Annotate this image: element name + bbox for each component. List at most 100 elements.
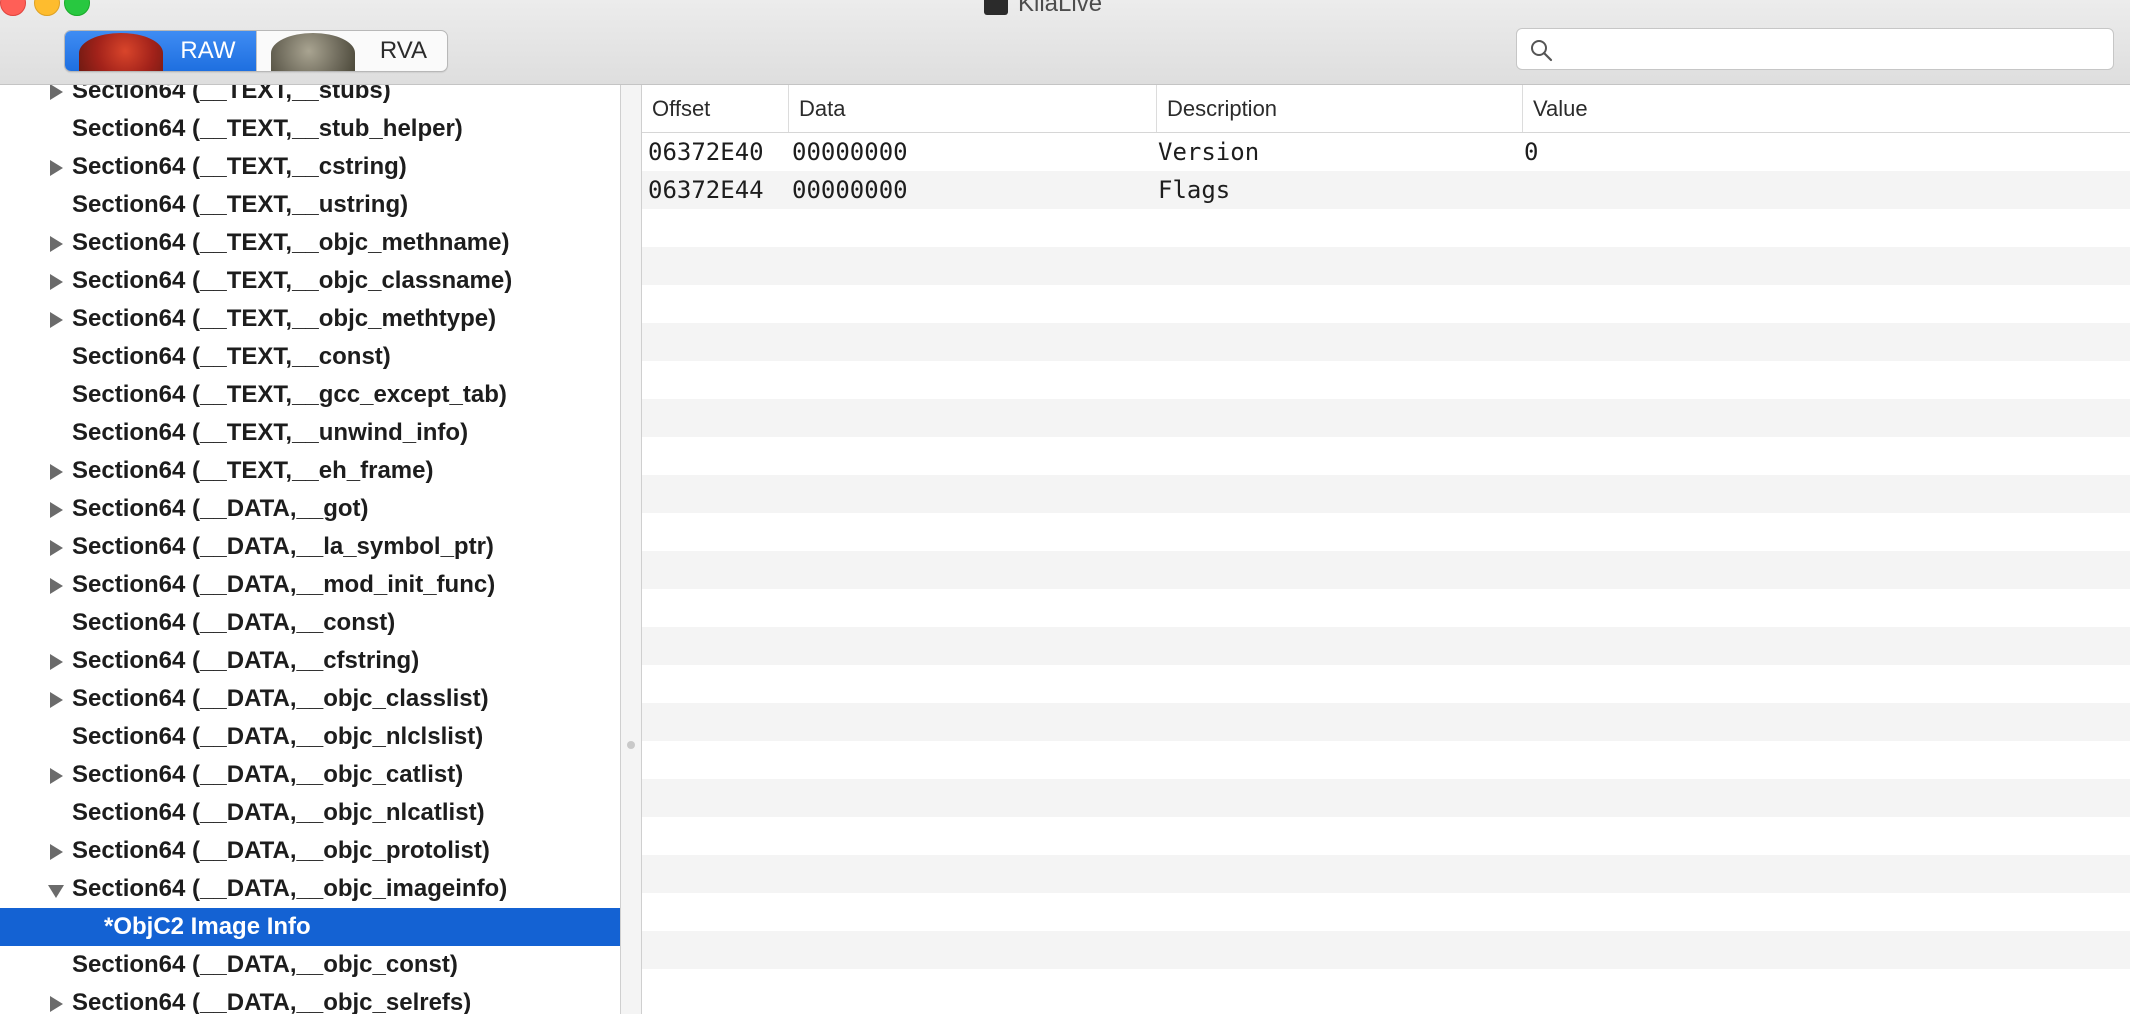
rva-mode-button[interactable]: RVA xyxy=(255,31,448,71)
toolbar: KiiaLive RAW RVA xyxy=(0,0,2130,85)
disclosure-triangle-right-icon[interactable] xyxy=(50,654,63,670)
table-row[interactable]: 06372E44 00000000 Flags xyxy=(642,171,2130,209)
cell-data: 00000000 xyxy=(792,176,908,204)
search-field[interactable] xyxy=(1516,28,2114,70)
sidebar-tree-item-label: Section64 (__TEXT,__eh_frame) xyxy=(72,457,434,484)
empty-table-row xyxy=(642,627,2130,665)
sidebar-tree-item[interactable]: Section64 (__TEXT,__ustring) xyxy=(0,186,620,224)
raw-mode-label: RAW xyxy=(180,37,236,64)
sidebar-tree-item[interactable]: Section64 (__DATA,__objc_nlclslist) xyxy=(0,718,620,756)
cell-offset: 06372E44 xyxy=(648,176,764,204)
sidebar-tree-item[interactable]: Section64 (__DATA,__objc_const) xyxy=(0,946,620,984)
sidebar-tree-item-label: Section64 (__DATA,__mod_init_func) xyxy=(72,571,496,598)
sidebar-tree-item[interactable]: Section64 (__DATA,__la_symbol_ptr) xyxy=(0,528,620,566)
sidebar-tree-item-label: Section64 (__DATA,__objc_const) xyxy=(72,951,458,978)
sidebar-tree-item-label: Section64 (__TEXT,__cstring) xyxy=(72,153,407,180)
disclosure-triangle-right-icon[interactable] xyxy=(50,540,63,556)
empty-table-row xyxy=(642,247,2130,285)
column-header-offset[interactable]: Offset xyxy=(642,85,788,132)
disclosure-triangle-right-icon[interactable] xyxy=(50,692,63,708)
column-header-data[interactable]: Data xyxy=(788,85,1156,132)
document-icon xyxy=(984,0,1008,15)
disclosure-triangle-right-icon[interactable] xyxy=(50,768,63,784)
sidebar-tree-item-label: Section64 (__DATA,__objc_nlclslist) xyxy=(72,723,484,750)
sidebar-tree-item-label: Section64 (__TEXT,__objc_classname) xyxy=(72,267,513,294)
sidebar-tree-item[interactable]: Section64 (__DATA,__mod_init_func) xyxy=(0,566,620,604)
sidebar-tree-item-label: Section64 (__TEXT,__stub_helper) xyxy=(72,115,463,142)
disclosure-triangle-right-icon[interactable] xyxy=(50,844,63,860)
empty-table-row xyxy=(642,931,2130,969)
raw-mode-button[interactable]: RAW xyxy=(65,31,256,71)
empty-table-row xyxy=(642,323,2130,361)
sidebar-tree-item-label: Section64 (__DATA,__cfstring) xyxy=(72,647,420,674)
sidebar-tree-item[interactable]: Section64 (__TEXT,__objc_methtype) xyxy=(0,300,620,338)
sidebar-tree-item[interactable]: Section64 (__DATA,__objc_classlist) xyxy=(0,680,620,718)
disclosure-triangle-right-icon[interactable] xyxy=(50,85,63,100)
empty-table-row xyxy=(642,399,2130,437)
disclosure-triangle-right-icon[interactable] xyxy=(50,274,63,290)
empty-table-row xyxy=(642,437,2130,475)
disclosure-triangle-right-icon[interactable] xyxy=(50,996,63,1012)
close-window-button[interactable] xyxy=(0,0,26,16)
window-title: KiiaLive xyxy=(984,0,1102,17)
sidebar-tree-item[interactable]: Section64 (__TEXT,__stubs) xyxy=(0,85,620,110)
sidebar-tree-item[interactable]: *ObjC2 Image Info xyxy=(0,908,620,946)
empty-table-row xyxy=(642,361,2130,399)
sidebar-tree-item-label: Section64 (__DATA,__objc_classlist) xyxy=(72,685,489,712)
empty-table-row xyxy=(642,703,2130,741)
sidebar-tree-item[interactable]: Section64 (__TEXT,__unwind_info) xyxy=(0,414,620,452)
column-header-value[interactable]: Value xyxy=(1522,85,2130,132)
disclosure-triangle-right-icon[interactable] xyxy=(50,160,63,176)
column-header-description[interactable]: Description xyxy=(1156,85,1522,132)
sidebar-tree-item-label: Section64 (__DATA,__objc_imageinfo) xyxy=(72,875,508,902)
sidebar-tree-item[interactable]: Section64 (__TEXT,__objc_classname) xyxy=(0,262,620,300)
empty-table-row xyxy=(642,513,2130,551)
sidebar-tree-item[interactable]: Section64 (__DATA,__got) xyxy=(0,490,620,528)
sidebar-tree-item[interactable]: Section64 (__DATA,__objc_imageinfo) xyxy=(0,870,620,908)
sidebar-tree-item-label: Section64 (__TEXT,__ustring) xyxy=(72,191,409,218)
table-header: Offset Data Description Value xyxy=(642,85,2130,133)
empty-table-row xyxy=(642,285,2130,323)
sidebar-tree-item[interactable]: Section64 (__TEXT,__cstring) xyxy=(0,148,620,186)
disclosure-triangle-right-icon[interactable] xyxy=(50,502,63,518)
split-view-divider[interactable] xyxy=(620,85,642,1014)
zoom-window-button[interactable] xyxy=(64,0,90,16)
cell-description: Version xyxy=(1158,138,1260,166)
section-tree: Section64 (__TEXT,__stubs) Section64 (__T… xyxy=(0,85,620,1014)
empty-table-row xyxy=(642,475,2130,513)
sidebar-tree-item-label: Section64 (__DATA,__got) xyxy=(72,495,369,522)
sidebar-tree-item[interactable]: Section64 (__TEXT,__gcc_except_tab) xyxy=(0,376,620,414)
sidebar-tree-item-label: Section64 (__TEXT,__unwind_info) xyxy=(72,419,469,446)
rva-mode-icon xyxy=(270,33,355,71)
sidebar-tree-item[interactable]: Section64 (__DATA,__cfstring) xyxy=(0,642,620,680)
minimize-window-button[interactable] xyxy=(34,0,60,16)
empty-table-row xyxy=(642,855,2130,893)
raw-mode-icon xyxy=(79,33,163,71)
cell-offset: 06372E40 xyxy=(648,138,764,166)
empty-table-row xyxy=(642,741,2130,779)
sidebar-tree-item[interactable]: Section64 (__TEXT,__stub_helper) xyxy=(0,110,620,148)
disclosure-triangle-right-icon[interactable] xyxy=(50,464,63,480)
table-row[interactable]: 06372E40 00000000 Version 0 xyxy=(642,133,2130,171)
sidebar-tree-item[interactable]: Section64 (__TEXT,__const) xyxy=(0,338,620,376)
sidebar-tree-item[interactable]: Section64 (__DATA,__objc_protolist) xyxy=(0,832,620,870)
disclosure-triangle-right-icon[interactable] xyxy=(50,236,63,252)
divider-handle-icon xyxy=(627,741,635,749)
search-icon xyxy=(1531,40,1553,62)
sidebar-tree-item-label: Section64 (__TEXT,__stubs) xyxy=(72,85,391,104)
sidebar-tree-item-label: Section64 (__DATA,__const) xyxy=(72,609,396,636)
sidebar-tree-item[interactable]: Section64 (__DATA,__objc_nlcatlist) xyxy=(0,794,620,832)
sidebar-tree-item-label: *ObjC2 Image Info xyxy=(104,913,311,940)
sidebar-tree-item[interactable]: Section64 (__TEXT,__eh_frame) xyxy=(0,452,620,490)
sidebar-tree-item[interactable]: Section64 (__TEXT,__objc_methname) xyxy=(0,224,620,262)
disclosure-triangle-down-icon[interactable] xyxy=(48,885,64,898)
sidebar-tree-item[interactable]: Section64 (__DATA,__objc_selrefs) xyxy=(0,984,620,1014)
disclosure-triangle-right-icon[interactable] xyxy=(50,312,63,328)
empty-table-row xyxy=(642,665,2130,703)
sidebar-tree-item[interactable]: Section64 (__DATA,__const) xyxy=(0,604,620,642)
sidebar-tree-item[interactable]: Section64 (__DATA,__objc_catlist) xyxy=(0,756,620,794)
empty-table-row xyxy=(642,893,2130,931)
disclosure-triangle-right-icon[interactable] xyxy=(50,578,63,594)
search-input[interactable] xyxy=(1563,33,2107,65)
sidebar-tree-item-label: Section64 (__DATA,__objc_selrefs) xyxy=(72,989,472,1014)
